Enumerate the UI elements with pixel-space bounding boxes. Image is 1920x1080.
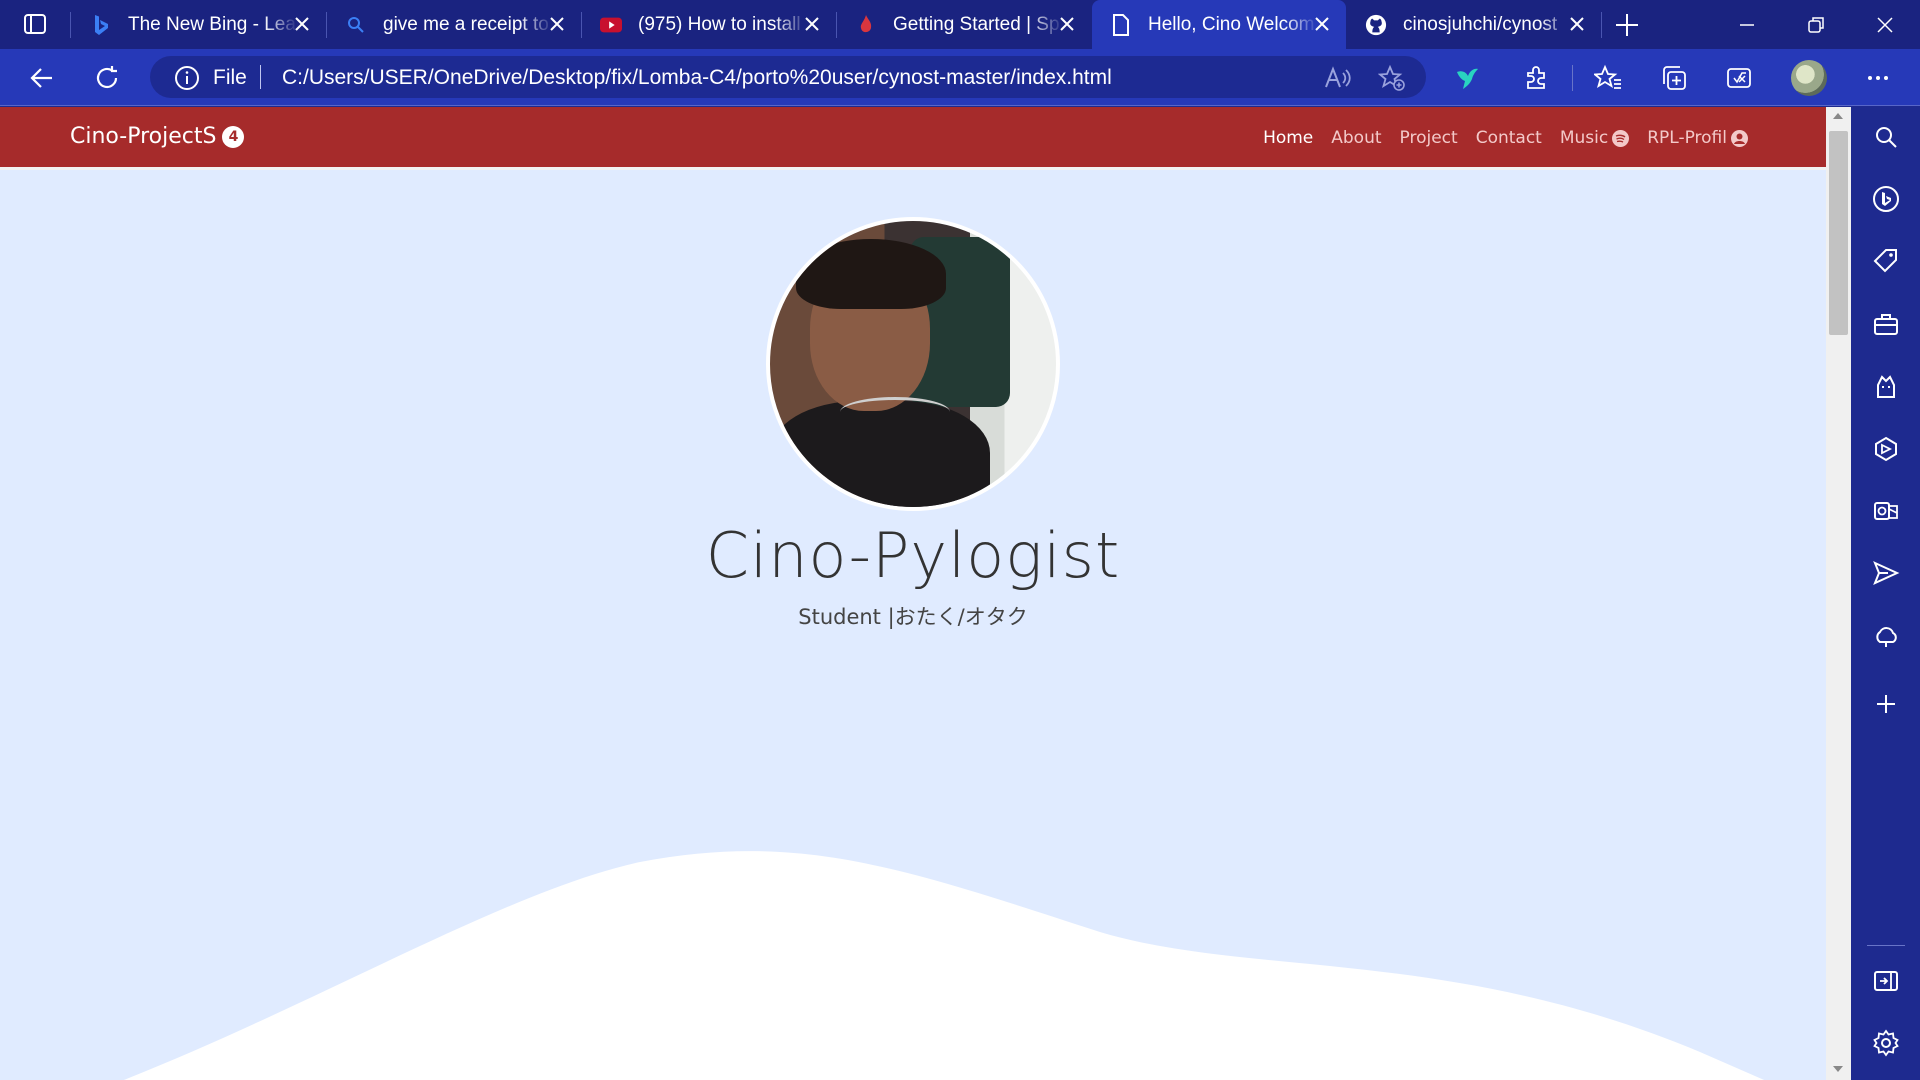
site-nav-links: Home About Project Contact Music RPL-Pro… — [1263, 128, 1748, 148]
drop-send-icon[interactable] — [1871, 558, 1901, 588]
games-icon[interactable] — [1871, 372, 1901, 402]
address-bar[interactable]: File C:/Users/USER/OneDrive/Desktop/fix/… — [150, 56, 1426, 98]
tab-separator — [1601, 12, 1602, 38]
math-solver-icon[interactable] — [1724, 63, 1754, 93]
add-favorite-icon[interactable] — [1378, 64, 1406, 92]
page-title: Cino-Pylogist — [705, 519, 1121, 592]
spotify-icon — [1612, 129, 1630, 147]
tab-title: Hello, Cino Welcom — [1148, 13, 1315, 35]
sidebar-separator — [1867, 945, 1905, 946]
new-tab-icon[interactable] — [1613, 11, 1641, 39]
nav-link-music[interactable]: Music — [1559, 128, 1630, 148]
profile-avatar[interactable] — [1791, 60, 1827, 96]
cloud-icon[interactable] — [1871, 621, 1901, 651]
flame-icon — [855, 14, 877, 36]
close-icon[interactable] — [1312, 14, 1332, 34]
copilot-icon[interactable] — [1871, 184, 1901, 214]
profile-photo — [766, 217, 1060, 511]
page-subtitle: Student |おたく/オタク — [798, 605, 1028, 629]
address-scheme-label: File — [213, 66, 247, 89]
close-window-icon[interactable] — [1870, 10, 1900, 40]
settings-icon[interactable] — [1871, 1028, 1901, 1058]
search-icon[interactable] — [1871, 122, 1901, 152]
decorative-wave — [123, 851, 1765, 1080]
tab-title: Getting Started | Sp — [893, 13, 1060, 35]
tab-getting-started[interactable]: Getting Started | Sp — [837, 4, 1091, 45]
brand-name: Cino-ProjectS — [70, 124, 217, 149]
extensions-icon[interactable] — [1521, 63, 1551, 93]
user-circle-icon — [1731, 129, 1748, 147]
vertical-scrollbar[interactable] — [1826, 107, 1851, 1080]
nav-link-contact[interactable]: Contact — [1476, 128, 1542, 148]
tab-separator — [70, 12, 71, 38]
close-icon[interactable] — [802, 14, 822, 34]
outlook-icon[interactable] — [1871, 496, 1901, 526]
tab-actions-icon[interactable] — [22, 12, 50, 38]
tab-title: cinosjuhchi/cynost — [1403, 13, 1558, 35]
extension-bird-icon[interactable] — [1452, 63, 1482, 93]
close-icon[interactable] — [292, 14, 312, 34]
nav-link-rpl-profil[interactable]: RPL-Profil — [1647, 128, 1748, 148]
nav-link-about[interactable]: About — [1331, 128, 1381, 148]
search-icon — [345, 14, 367, 36]
microsoft-365-icon[interactable] — [1871, 434, 1901, 464]
tab-title: (975) How to install — [638, 13, 801, 35]
site-navbar: Cino-ProjectS 4 Home About Project Conta… — [0, 107, 1826, 170]
nav-link-label: Music — [1559, 128, 1609, 148]
tab-search[interactable]: give me a receipt to — [327, 4, 581, 45]
tab-bing[interactable]: The New Bing - Lear — [72, 4, 326, 45]
minimize-icon[interactable] — [1732, 10, 1762, 40]
info-icon[interactable] — [174, 65, 200, 91]
restore-icon[interactable] — [1801, 10, 1831, 40]
browser-toolbar: File C:/Users/USER/OneDrive/Desktop/fix/… — [0, 49, 1920, 106]
github-icon — [1365, 14, 1387, 36]
scroll-down-arrow-icon[interactable] — [1833, 1066, 1843, 1072]
toolbar-separator — [1572, 65, 1573, 91]
tab-github[interactable]: cinosjuhchi/cynost — [1347, 4, 1601, 45]
nav-link-label: RPL-Profil — [1647, 128, 1727, 148]
nav-link-project[interactable]: Project — [1400, 128, 1458, 148]
refresh-icon[interactable] — [92, 63, 122, 93]
document-icon — [1110, 13, 1132, 36]
brand-badge: 4 — [222, 125, 245, 148]
back-arrow-icon[interactable] — [27, 63, 57, 93]
tab-strip: The New Bing - Lear give me a receipt to… — [0, 0, 1920, 49]
favorites-icon[interactable] — [1593, 63, 1623, 93]
site-brand[interactable]: Cino-ProjectS 4 — [70, 124, 245, 149]
tab-title: give me a receipt to — [383, 13, 549, 35]
edge-sidebar — [1851, 107, 1920, 1080]
shopping-tag-icon[interactable] — [1871, 246, 1901, 276]
close-icon[interactable] — [1057, 14, 1077, 34]
url-text[interactable]: C:/Users/USER/OneDrive/Desktop/fix/Lomba… — [282, 66, 1112, 90]
close-icon[interactable] — [547, 14, 567, 34]
close-icon[interactable] — [1567, 14, 1587, 34]
hide-sidebar-icon[interactable] — [1871, 966, 1901, 996]
add-icon[interactable] — [1871, 689, 1901, 719]
collections-icon[interactable] — [1659, 63, 1689, 93]
nav-link-home[interactable]: Home — [1263, 128, 1313, 148]
more-options-icon[interactable] — [1863, 63, 1893, 93]
bing-icon — [90, 14, 112, 36]
page-viewport: Cino-ProjectS 4 Home About Project Conta… — [0, 107, 1826, 1080]
tools-icon[interactable] — [1871, 309, 1901, 339]
scroll-up-arrow-icon[interactable] — [1833, 113, 1843, 119]
tab-title: The New Bing - Lear — [128, 13, 298, 35]
youtube-icon — [600, 14, 622, 36]
read-aloud-icon[interactable] — [1324, 65, 1352, 91]
tab-youtube[interactable]: (975) How to install — [582, 4, 836, 45]
address-divider — [260, 65, 261, 89]
scrollbar-thumb[interactable] — [1829, 131, 1848, 335]
tab-hello-cino[interactable]: Hello, Cino Welcom — [1092, 0, 1346, 49]
